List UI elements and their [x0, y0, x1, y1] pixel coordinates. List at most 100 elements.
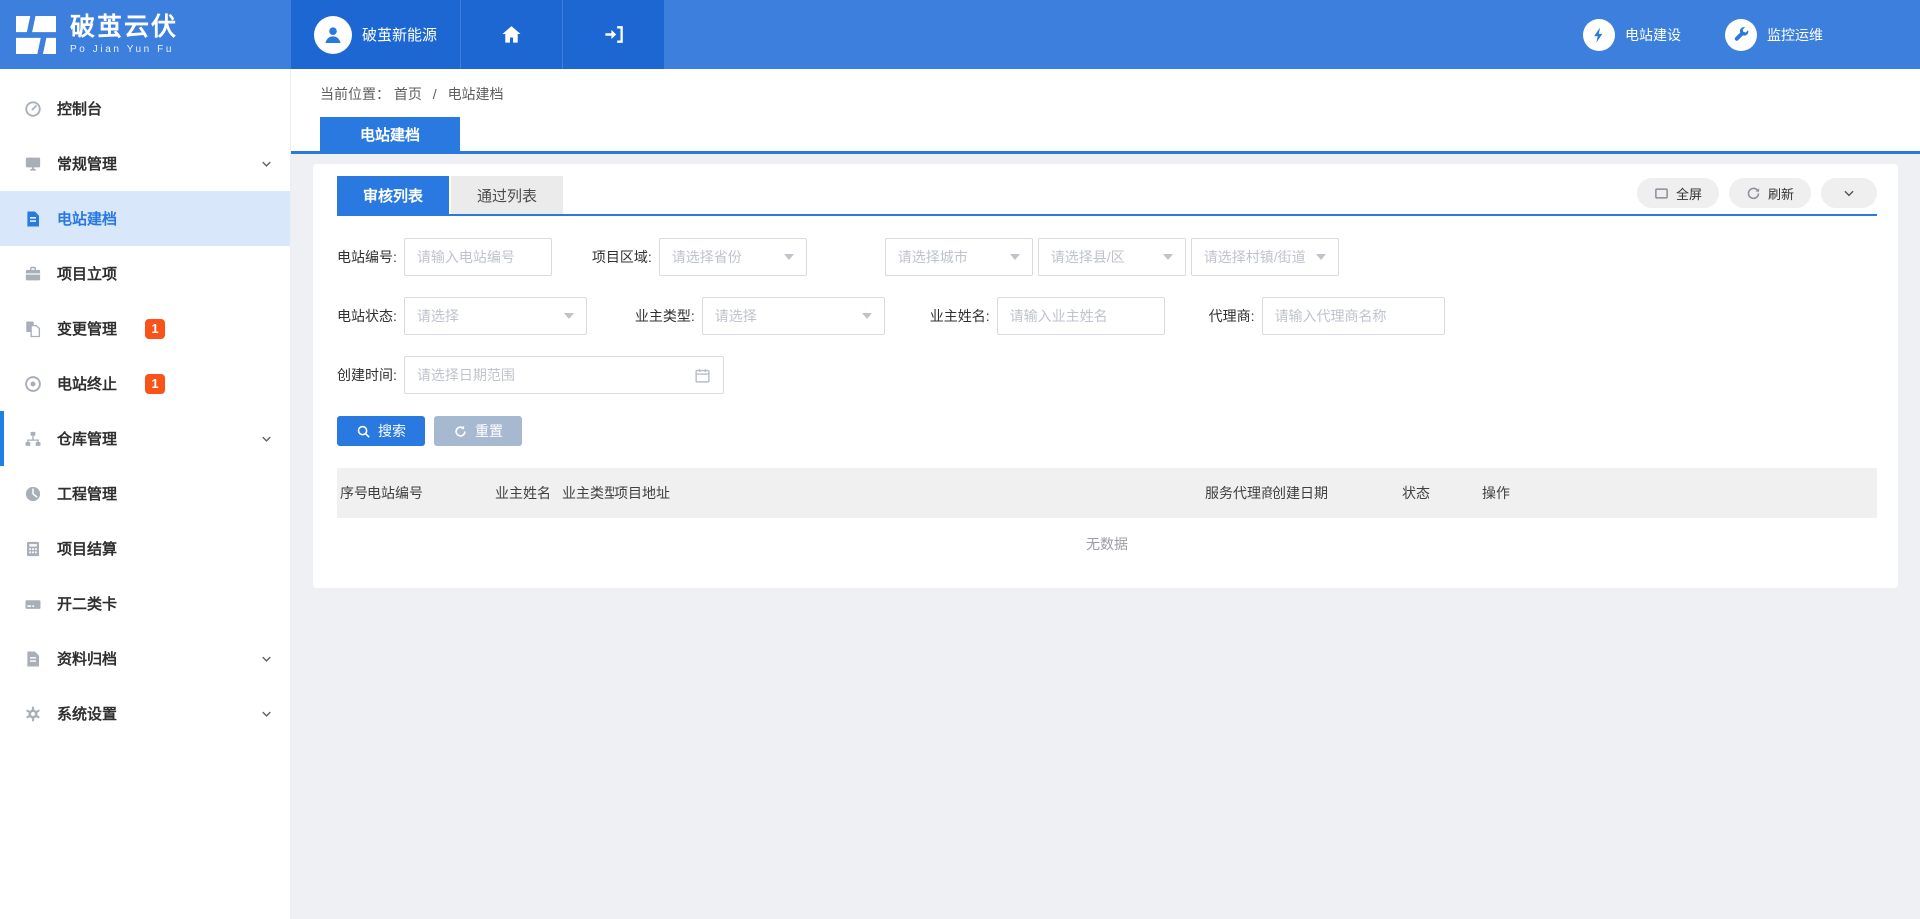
col-status: 状态: [1402, 483, 1482, 503]
breadcrumb-current: 电站建档: [448, 86, 504, 102]
filter-row-3: 创建时间:: [337, 356, 1877, 394]
sidebar-item-project-initiation[interactable]: 项目立项: [0, 246, 290, 301]
chevron-down-icon: [260, 157, 273, 170]
owner-name-field: 业主姓名:: [930, 297, 1165, 335]
status-badge: 1: [145, 374, 165, 394]
sidebar-item-label: 资料归档: [57, 648, 117, 669]
sidebar-item-system-settings[interactable]: 系统设置: [0, 686, 290, 741]
county-select[interactable]: 请选择县/区: [1038, 238, 1186, 276]
home-icon: [500, 23, 523, 46]
province-select[interactable]: 请选择省份: [659, 238, 807, 276]
agent-field: 代理商:: [1209, 297, 1445, 335]
sidebar: 控制台 常规管理 电站建档 项目立项: [0, 69, 291, 919]
caret-down-icon: [564, 313, 574, 319]
town-select[interactable]: 请选择村镇/街道: [1191, 238, 1339, 276]
sidebar-item-project-settlement[interactable]: 项目结算: [0, 521, 290, 576]
owner-type-label: 业主类型:: [635, 306, 702, 326]
owner-type-select[interactable]: 请选择: [702, 297, 885, 335]
create-time-field: 创建时间:: [337, 356, 724, 394]
sidebar-item-data-archive[interactable]: 资料归档: [0, 631, 290, 686]
empty-state: 无数据: [337, 518, 1877, 566]
owner-type-field: 业主类型: 请选择: [635, 297, 885, 335]
main-panel: 审核列表 通过列表 全屏 刷新: [313, 164, 1898, 588]
filter-row-2: 电站状态: 请选择 业主类型: 请选择 业主姓名:: [337, 297, 1877, 335]
sidebar-item-label: 开二类卡: [57, 593, 117, 614]
list-tabs: 审核列表 通过列表: [337, 176, 563, 214]
page-tab-station-archive[interactable]: 电站建档: [320, 117, 460, 151]
sidebar-item-engineering-mgmt[interactable]: 工程管理: [0, 466, 290, 521]
active-indicator: [0, 411, 4, 466]
date-range-picker[interactable]: [404, 356, 724, 394]
chevron-down-icon: [260, 432, 273, 445]
topbar-brand: 破茧云伏 Po Jian Yun Fu: [0, 0, 291, 69]
status-badge: 1: [145, 319, 165, 339]
col-service-agent: 服务代理商: [1205, 483, 1272, 503]
city-select[interactable]: 请选择城市: [885, 238, 1033, 276]
caret-down-icon: [784, 254, 794, 260]
caret-down-icon: [1163, 254, 1173, 260]
search-icon: [356, 424, 371, 439]
caret-down-icon: [1010, 254, 1020, 260]
sidebar-item-station-termination[interactable]: 电站终止 1: [0, 356, 290, 411]
owner-name-label: 业主姓名:: [930, 306, 997, 326]
calculator-icon: [24, 540, 42, 558]
reset-icon: [453, 424, 468, 439]
sidebar-item-label: 项目立项: [57, 263, 117, 284]
sidebar-item-warehouse-mgmt[interactable]: 仓库管理: [0, 411, 290, 466]
breadcrumb-prefix: 当前位置：: [320, 86, 390, 102]
breadcrumb-home-link[interactable]: 首页: [394, 86, 422, 102]
brand-subtitle: Po Jian Yun Fu: [70, 44, 178, 55]
station-no-input[interactable]: [417, 249, 539, 265]
caret-down-icon: [1316, 254, 1326, 260]
station-no-field: 电站编号:: [337, 238, 552, 276]
tab-review-list[interactable]: 审核列表: [337, 176, 449, 214]
card-icon: [24, 595, 42, 613]
sitemap-icon: [24, 430, 42, 448]
region-label: 项目区域:: [592, 247, 659, 267]
fullscreen-icon: [1654, 186, 1669, 201]
gear-icon: [24, 705, 42, 723]
col-owner-type: 业主类型: [562, 483, 614, 503]
station-status-field: 电站状态: 请选择: [337, 297, 587, 335]
sidebar-item-label: 系统设置: [57, 703, 117, 724]
region-field: 项目区域: 请选择省份 请选择城市 请选择县/区 请选择村镇/街道: [592, 238, 1339, 276]
sidebar-item-open-class2-card[interactable]: 开二类卡: [0, 576, 290, 631]
topbar: 破茧云伏 Po Jian Yun Fu 破茧新能源: [0, 0, 1920, 69]
date-range-input[interactable]: [417, 367, 686, 383]
nav-monitor-ops[interactable]: 监控运维: [1725, 19, 1823, 51]
nav-station-build[interactable]: 电站建设: [1583, 19, 1681, 51]
station-no-label: 电站编号:: [337, 247, 404, 267]
station-status-label: 电站状态:: [337, 306, 404, 326]
wrench-icon: [1725, 19, 1757, 51]
home-button[interactable]: [460, 0, 562, 69]
search-button[interactable]: 搜索: [337, 416, 425, 446]
reset-button[interactable]: 重置: [434, 416, 522, 446]
collapse-button[interactable]: [1821, 178, 1877, 208]
sidebar-item-station-archive[interactable]: 电站建档: [0, 191, 290, 246]
tab-passed-list[interactable]: 通过列表: [451, 176, 563, 214]
user-menu[interactable]: 破茧新能源: [291, 0, 460, 69]
sidebar-item-general-mgmt[interactable]: 常规管理: [0, 136, 290, 191]
chevron-down-icon: [1842, 186, 1856, 200]
target-icon: [24, 375, 42, 393]
agent-input[interactable]: [1275, 308, 1432, 324]
search-label: 搜索: [378, 421, 406, 441]
brand-name: 破茧云伏: [70, 14, 178, 42]
logout-button[interactable]: [562, 0, 664, 69]
station-status-select[interactable]: 请选择: [404, 297, 587, 335]
refresh-button[interactable]: 刷新: [1729, 178, 1811, 208]
caret-down-icon: [862, 313, 872, 319]
nav-monitor-ops-label: 监控运维: [1767, 25, 1823, 45]
owner-name-input[interactable]: [1010, 308, 1152, 324]
fullscreen-label: 全屏: [1676, 184, 1702, 203]
col-create-date: 创建日期: [1272, 483, 1402, 503]
sidebar-item-label: 电站终止: [57, 373, 117, 394]
sidebar-item-console[interactable]: 控制台: [0, 81, 290, 136]
gauge-icon: [24, 485, 42, 503]
sidebar-item-change-mgmt[interactable]: 变更管理 1: [0, 301, 290, 356]
file-icon: [24, 650, 42, 668]
user-name: 破茧新能源: [362, 24, 437, 45]
nav-station-build-label: 电站建设: [1625, 25, 1681, 45]
sidebar-item-label: 工程管理: [57, 483, 117, 504]
fullscreen-button[interactable]: 全屏: [1637, 178, 1719, 208]
